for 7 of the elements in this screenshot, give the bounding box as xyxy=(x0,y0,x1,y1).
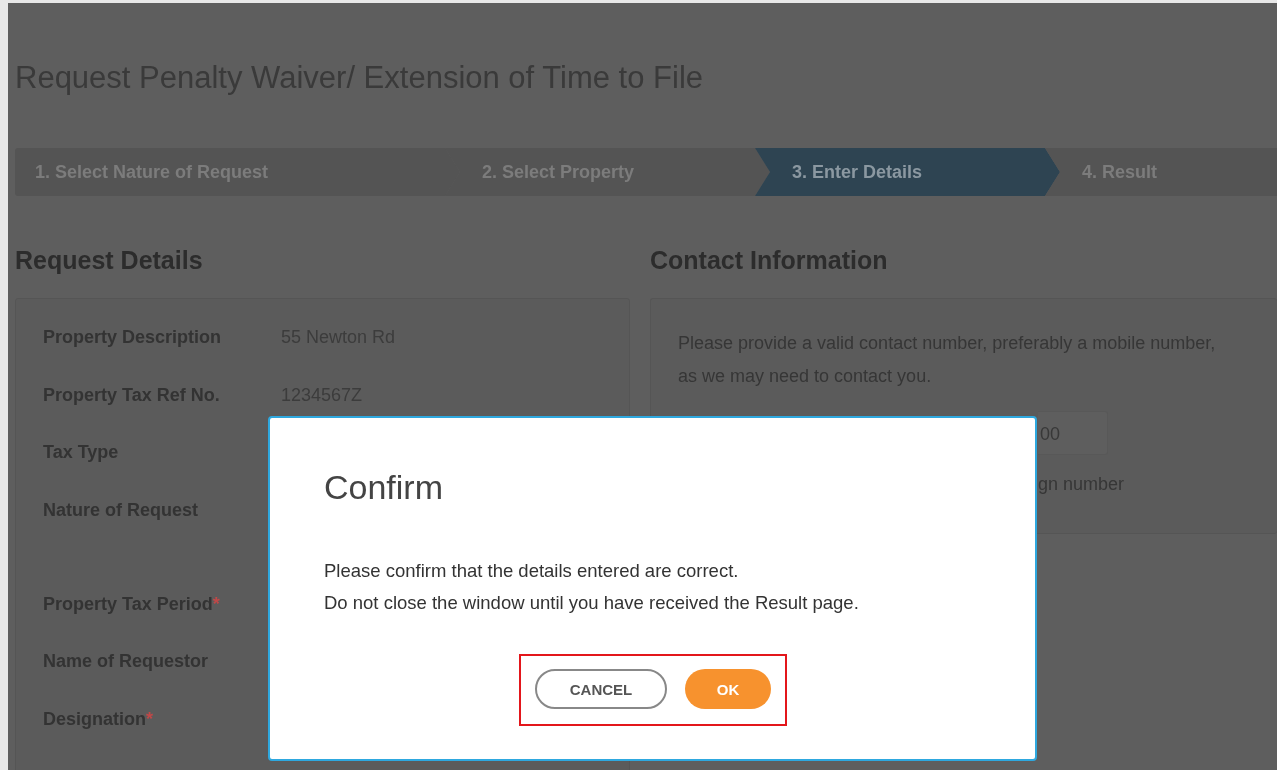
ok-button[interactable]: OK xyxy=(685,669,771,709)
progress-step: 3. Enter Details xyxy=(755,148,1060,196)
cancel-button[interactable]: CANCEL xyxy=(535,669,667,709)
dialog-message: Do not close the window until you have received the Result page. xyxy=(324,591,860,615)
dialog-message: Please confirm that the details entered are correct. xyxy=(324,559,740,583)
dialog-title: Confirm xyxy=(324,468,445,508)
field-label: Designation* xyxy=(43,708,155,730)
